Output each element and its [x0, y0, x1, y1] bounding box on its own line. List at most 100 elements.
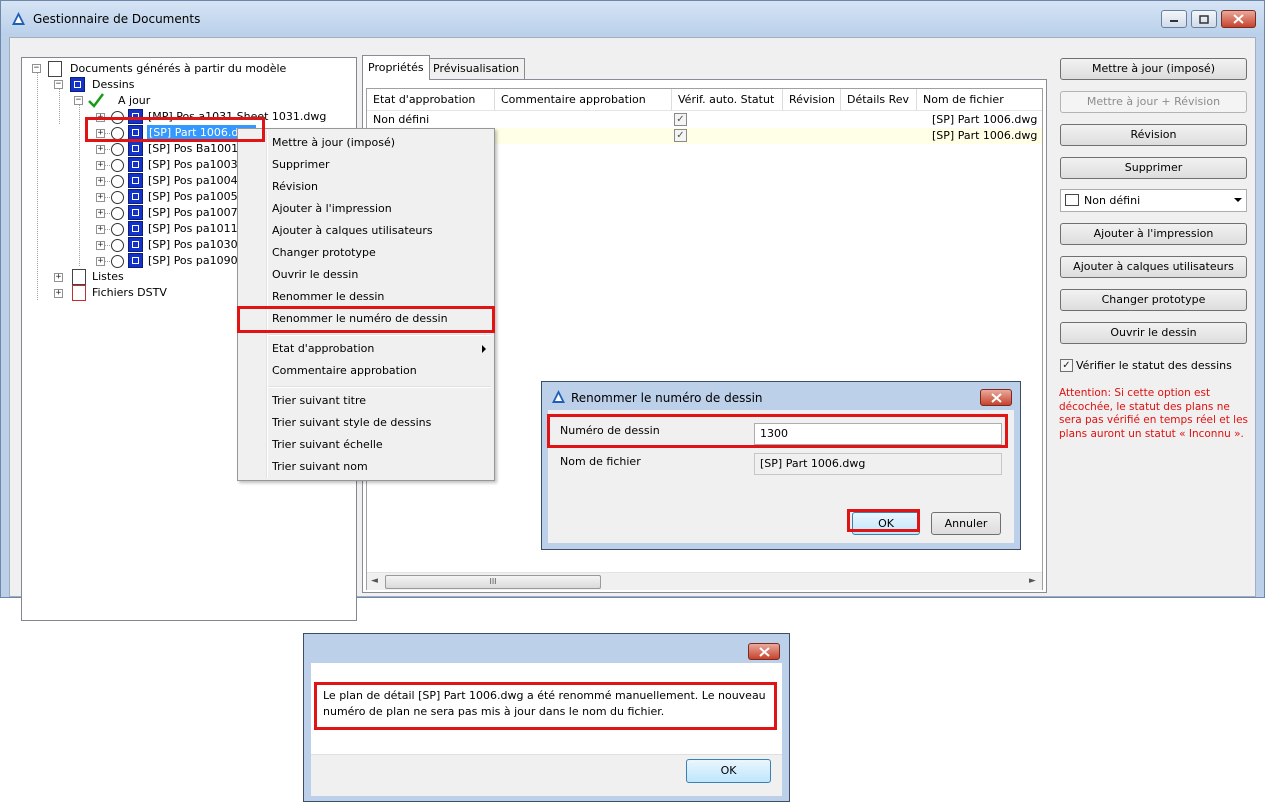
rename-dialog-close-button[interactable]: [980, 389, 1012, 406]
submenu-arrow-icon: [482, 345, 486, 353]
message-ok-button[interactable]: OK: [686, 759, 771, 783]
verify-status-checkbox[interactable]: ✓: [1060, 359, 1073, 372]
update-forced-button[interactable]: Mettre à jour (imposé): [1060, 58, 1247, 80]
context-menu: Mettre à jour (imposé) Supprimer Révisio…: [237, 128, 495, 481]
tree-root-label: Documents générés à partir du modèle: [70, 62, 287, 75]
tab-preview[interactable]: Prévisualisation: [427, 58, 526, 79]
menu-item-sort-scale[interactable]: Trier suivant échelle: [272, 434, 383, 456]
add-to-layers-button[interactable]: Ajouter à calques utilisateurs: [1060, 256, 1247, 278]
message-dialog: Le plan de détail [SP] Part 1006.dwg a é…: [303, 633, 790, 802]
status-circle-icon: [111, 223, 124, 236]
status-circle-icon: [111, 191, 124, 204]
cancel-button[interactable]: Annuler: [931, 512, 1001, 535]
delete-button[interactable]: Supprimer: [1060, 157, 1247, 179]
menu-item-approval-comment[interactable]: Commentaire approbation: [272, 360, 417, 382]
revision-button[interactable]: Révision: [1060, 124, 1247, 146]
menu-item-rename-number[interactable]: Renommer le numéro de dessin: [272, 308, 448, 330]
status-circle-icon: [111, 127, 124, 140]
title-bar: Gestionnaire de Documents: [1, 1, 1264, 35]
scroll-thumb[interactable]: III: [385, 575, 601, 589]
menu-item-open[interactable]: Ouvrir le dessin: [272, 264, 358, 286]
message-dialog-titlebar: [304, 634, 789, 662]
close-button[interactable]: [1221, 10, 1256, 28]
menu-item-sort-title[interactable]: Trier suivant titre: [272, 390, 366, 412]
dwg-file-icon: [128, 125, 143, 140]
menu-item-update[interactable]: Mettre à jour (imposé): [272, 132, 395, 154]
status-circle-icon: [111, 159, 124, 172]
column-header[interactable]: Nom de fichier: [917, 89, 1042, 111]
cell-approval: Non défini: [373, 113, 430, 126]
close-icon: [758, 646, 770, 657]
menu-item-revision[interactable]: Révision: [272, 176, 318, 198]
dstv-file-icon: [72, 285, 86, 301]
documents-icon: [48, 61, 62, 77]
verify-status-label: Vérifier le statut des dessins: [1076, 359, 1232, 372]
rename-dialog-title: Renommer le numéro de dessin: [571, 391, 763, 405]
minimize-button[interactable]: [1161, 10, 1187, 28]
column-header[interactable]: Révision: [783, 89, 841, 111]
status-circle-icon: [111, 111, 124, 124]
update-revision-button[interactable]: Mettre à jour + Révision: [1060, 91, 1247, 113]
menu-item-delete[interactable]: Supprimer: [272, 154, 330, 176]
approval-state-select[interactable]: Non défini: [1060, 189, 1247, 212]
menu-item-change-prototype[interactable]: Changer prototype: [272, 242, 376, 264]
color-swatch: [1065, 194, 1079, 206]
menu-item-add-print[interactable]: Ajouter à l'impression: [272, 198, 392, 220]
app-logo-icon: [12, 12, 25, 25]
column-header[interactable]: Vérif. auto. Statut: [672, 89, 783, 111]
filename-label: Nom de fichier: [560, 455, 641, 468]
maximize-icon: [1199, 14, 1209, 24]
column-header[interactable]: Commentaire approbation: [495, 89, 672, 111]
column-header[interactable]: Etat d'approbation: [367, 89, 495, 111]
auto-verify-checkbox[interactable]: ✓: [674, 129, 687, 142]
dwg-file-icon: [128, 253, 143, 268]
open-drawing-button[interactable]: Ouvrir le dessin: [1060, 322, 1247, 344]
scroll-left-icon[interactable]: ◄: [371, 576, 378, 586]
status-circle-icon: [111, 255, 124, 268]
add-to-print-button[interactable]: Ajouter à l'impression: [1060, 223, 1247, 245]
minimize-icon: [1170, 20, 1178, 22]
dwg-file-icon: [128, 205, 143, 220]
horizontal-scrollbar[interactable]: ◄ III ►: [367, 572, 1042, 590]
dwg-file-icon: [128, 189, 143, 204]
filename-field: [SP] Part 1006.dwg: [754, 453, 1002, 475]
message-line-1: Le plan de détail [SP] Part 1006.dwg a é…: [323, 689, 766, 702]
rename-dialog: Renommer le numéro de dessin Numéro de d…: [541, 381, 1021, 550]
drawing-number-label: Numéro de dessin: [560, 424, 660, 437]
checkmark-icon: [88, 93, 104, 108]
chevron-down-icon: [1234, 198, 1242, 202]
app-logo-icon: [552, 390, 565, 403]
close-icon: [1233, 14, 1244, 24]
auto-verify-checkbox[interactable]: ✓: [674, 113, 687, 126]
dwg-file-icon: [128, 157, 143, 172]
close-icon: [990, 392, 1002, 403]
ok-button[interactable]: OK: [852, 512, 920, 535]
dwg-file-icon: [128, 221, 143, 236]
drawing-number-input[interactable]: 1300: [754, 423, 1002, 445]
menu-item-approval-state[interactable]: Etat d'approbation: [272, 338, 374, 360]
maximize-button[interactable]: [1191, 10, 1217, 28]
message-dialog-close-button[interactable]: [748, 643, 780, 660]
dwg-file-icon: [128, 237, 143, 252]
status-circle-icon: [111, 143, 124, 156]
change-prototype-button[interactable]: Changer prototype: [1060, 289, 1247, 311]
cell-filename: [SP] Part 1006.dwg: [932, 129, 1038, 142]
drawings-icon: [70, 77, 85, 92]
table-row[interactable]: Non défini ✓ [SP] Part 1006.dwg: [367, 112, 1042, 128]
scroll-right-icon[interactable]: ►: [1029, 576, 1036, 586]
rename-dialog-titlebar: Renommer le numéro de dessin: [542, 382, 1020, 410]
warning-text: Attention: Si cette option est décochée,…: [1059, 387, 1248, 440]
message-line-2: numéro de plan ne sera pas mis à jour da…: [323, 705, 665, 718]
dwg-file-icon: [128, 173, 143, 188]
tab-properties[interactable]: Propriétés: [362, 55, 430, 80]
window-title: Gestionnaire de Documents: [33, 12, 201, 26]
column-header[interactable]: Détails Rev: [841, 89, 917, 111]
list-icon: [72, 269, 86, 285]
menu-item-sort-name[interactable]: Trier suivant nom: [272, 456, 368, 478]
status-circle-icon: [111, 175, 124, 188]
menu-item-rename[interactable]: Renommer le dessin: [272, 286, 384, 308]
tree-item[interactable]: + [MP] Pos a1031 Sheet 1031.dwg: [96, 109, 346, 125]
menu-item-add-layers[interactable]: Ajouter à calques utilisateurs: [272, 220, 433, 242]
dwg-file-icon: [128, 141, 143, 156]
menu-item-sort-style[interactable]: Trier suivant style de dessins: [272, 412, 431, 434]
